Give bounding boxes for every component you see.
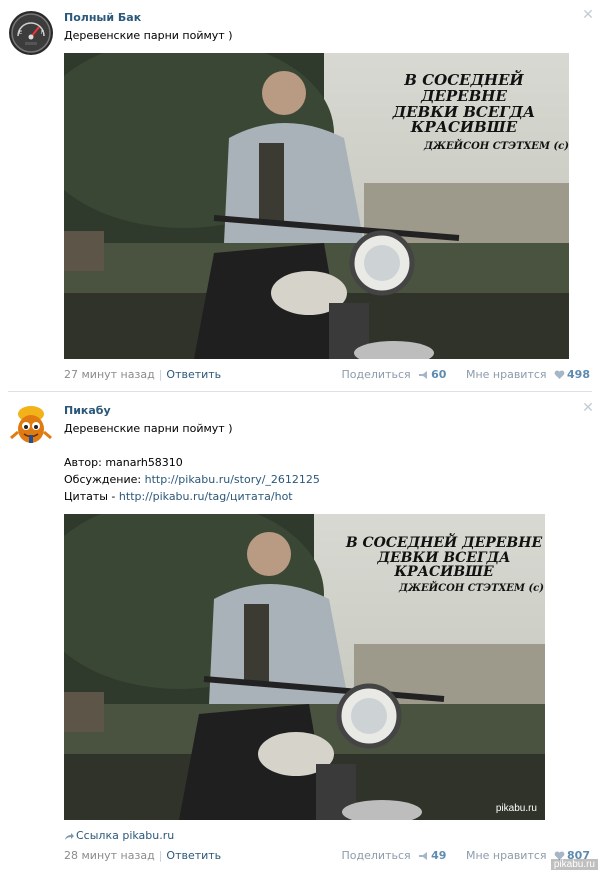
close-icon[interactable]: ✕ — [582, 8, 594, 22]
footer-time-group: 27 минут назад | Ответить — [64, 368, 221, 381]
quote-line-2: ДЕВКИ ВСЕГДА — [377, 549, 511, 566]
heart-icon[interactable] — [554, 370, 565, 383]
post-author[interactable]: Пикабу — [64, 404, 111, 417]
discussion-line: Обсуждение: http://pikabu.ru/story/_2612… — [64, 473, 320, 486]
quotes-label: Цитаты - — [64, 490, 116, 503]
author-line-label: Автор: — [64, 456, 102, 469]
like-label[interactable]: Мне нравится — [466, 849, 547, 862]
like-label[interactable]: Мне нравится — [466, 368, 547, 381]
discussion-link[interactable]: http://pikabu.ru/story/_2612125 — [145, 473, 320, 486]
quote-line-3: КРАСИВШЕ — [394, 564, 494, 581]
post-photo[interactable]: В СОСЕДНЕЙ ДЕРЕВНЕ ДЕВКИ ВСЕГДА КРАСИВШЕ… — [64, 53, 569, 359]
share-arrow-icon — [64, 831, 74, 844]
reply-link[interactable]: Ответить — [166, 849, 221, 862]
megaphone-icon[interactable] — [418, 370, 429, 383]
post-polny-bak: E F ✕ Полный Бак Деревенские парни пойму… — [0, 0, 600, 392]
author-line-value: manarh58310 — [105, 456, 183, 469]
quote-signature: ДЖЕЙСОН СТЭТХЕМ (с) — [399, 583, 544, 595]
reply-link[interactable]: Ответить — [166, 368, 221, 381]
like-count: 498 — [567, 368, 590, 381]
post-time[interactable]: 27 минут назад — [64, 368, 155, 381]
photo-quote: В СОСЕДНЕЙ ДЕРЕВНЕ ДЕВКИ ВСЕГДА КРАСИВШЕ… — [359, 71, 569, 153]
quote-line-1: В СОСЕДНЕЙ ДЕРЕВНЕ — [345, 535, 543, 551]
post-photo[interactable]: В СОСЕДНЕЙ ДЕРЕВНЕ ДЕВКИ ВСЕГДА КРАСИВШЕ… — [64, 514, 545, 820]
footer-separator: | — [158, 368, 163, 381]
attached-link-label: Ссылка — [76, 829, 119, 842]
quote-line-3: КРАСИВШЕ — [410, 118, 518, 137]
corner-watermark: pikabu.ru — [550, 859, 598, 870]
attached-link-value: pikabu.ru — [122, 829, 175, 842]
share-label[interactable]: Поделиться — [342, 368, 411, 381]
avatar-pikabu-mascot-icon[interactable] — [8, 402, 54, 448]
quotes-line: Цитаты - http://pikabu.ru/tag/цитата/hot — [64, 490, 293, 503]
svg-text:F: F — [41, 30, 44, 36]
share-count: 60 — [431, 368, 447, 381]
post-author[interactable]: Полный Бак — [64, 11, 141, 24]
quote-line-1: В СОСЕДНЕЙ ДЕРЕВНЕ — [404, 71, 524, 105]
author-line: Автор: manarh58310 — [64, 456, 183, 469]
photo-quote: В СОСЕДНЕЙ ДЕРЕВНЕ ДЕВКИ ВСЕГДА КРАСИВШЕ… — [344, 536, 544, 595]
quotes-link[interactable]: http://pikabu.ru/tag/цитата/hot — [119, 490, 293, 503]
photo-watermark: pikabu.ru — [495, 803, 537, 814]
footer-separator: | — [158, 849, 163, 862]
close-icon[interactable]: ✕ — [582, 401, 594, 415]
quote-signature: ДЖЕЙСОН СТЭТХЕМ (с) — [424, 141, 569, 152]
post-footer: 27 минут назад | Ответить Поделиться 60 Мн… — [64, 368, 590, 382]
post-text: Деревенские парни поймут ) — [64, 422, 233, 435]
post-footer: 28 минут назад | Ответить Поделиться 49 Мн… — [64, 849, 590, 863]
post-time[interactable]: 28 минут назад — [64, 849, 155, 862]
post-text: Деревенские парни поймут ) — [64, 29, 233, 42]
footer-time-group: 28 минут назад | Ответить — [64, 849, 221, 862]
discussion-label: Обсуждение: — [64, 473, 142, 486]
share-label[interactable]: Поделиться — [342, 849, 411, 862]
avatar-gauge-icon[interactable]: E F — [8, 10, 54, 56]
attached-link[interactable]: Ссылка pikabu.ru — [64, 829, 174, 844]
share-count: 49 — [431, 849, 447, 862]
svg-text:E: E — [19, 30, 22, 36]
megaphone-icon[interactable] — [418, 851, 429, 864]
footer-actions: Поделиться 60 Мне нравится 498 — [342, 368, 590, 383]
post-pikabu: ✕ Пикабу Деревенские парни поймут ) Авто… — [0, 392, 600, 872]
